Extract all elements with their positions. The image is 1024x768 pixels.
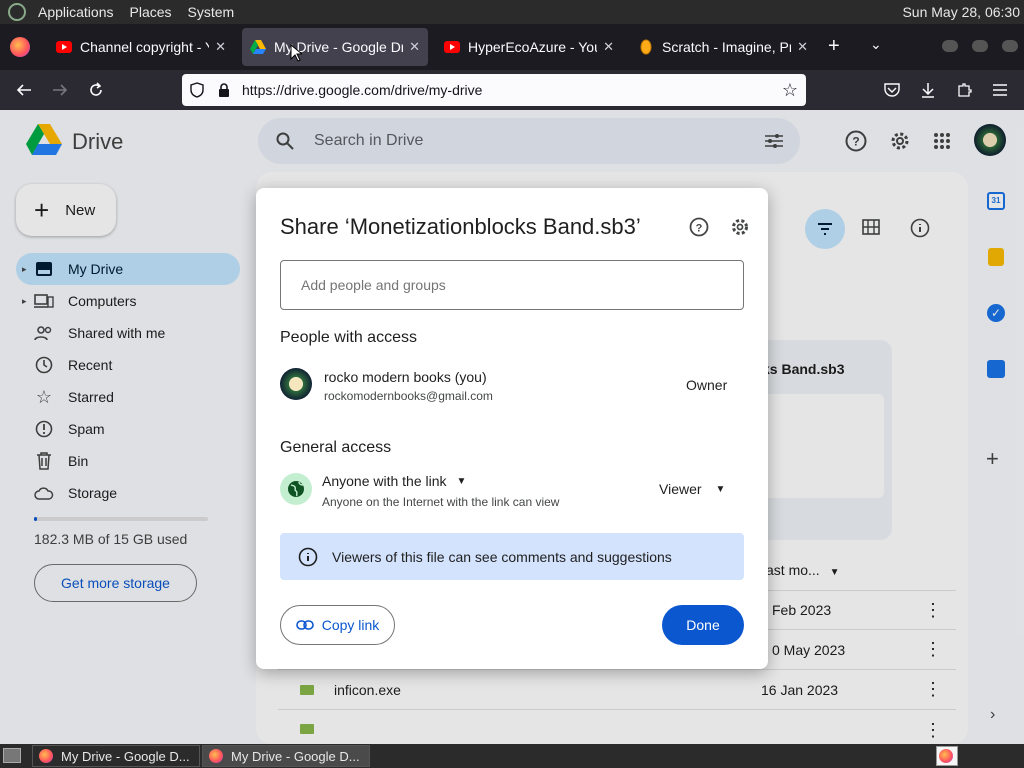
close-tab-icon[interactable]: ✕: [603, 39, 614, 55]
taskbar-window-title: My Drive - Google D...: [61, 748, 190, 764]
tab-title: HyperEcoAzure - YouT: [468, 39, 598, 55]
access-type-label: Anyone with the link: [322, 473, 447, 489]
share-dialog: Share ‘Monetizationblocks Band.sb3’ ? Pe…: [256, 188, 768, 669]
reload-icon[interactable]: [84, 78, 108, 102]
firefox-menu-icon[interactable]: [10, 37, 30, 57]
access-description: Anyone on the Internet with the link can…: [322, 495, 560, 509]
sharing-settings-gear-icon[interactable]: [730, 217, 750, 242]
general-access-dropdown[interactable]: Anyone with the link ▼: [322, 473, 466, 489]
new-tab-icon[interactable]: +: [828, 36, 840, 56]
firefox-icon: [209, 749, 223, 763]
applications-menu[interactable]: Applications: [30, 0, 122, 24]
owner-email: rockomodernbooks@gmail.com: [324, 389, 493, 403]
bottom-taskbar: My Drive - Google D... My Drive - Google…: [0, 744, 1024, 768]
clock[interactable]: Sun May 28, 06:30: [902, 0, 1020, 24]
workspace-switcher-icon[interactable]: [936, 746, 958, 766]
firefox-icon: [39, 749, 53, 763]
tab-title: Channel copyright - Yo: [80, 39, 210, 55]
tab-scratch[interactable]: Scratch - Imagine, Prog ✕: [630, 28, 816, 66]
tab-title: Scratch - Imagine, Prog: [662, 39, 791, 55]
caret-down-icon: ▼: [456, 475, 467, 487]
window-minimize-icon[interactable]: [942, 40, 958, 52]
close-tab-icon[interactable]: ✕: [409, 39, 420, 55]
tab-my-drive[interactable]: My Drive - Google Dri ✕: [242, 28, 428, 66]
forward-arrow-icon[interactable]: [48, 78, 72, 102]
taskbar-window-my-drive[interactable]: My Drive - Google D...: [32, 745, 200, 767]
info-icon: [298, 547, 318, 567]
taskbar-window-my-drive-active[interactable]: My Drive - Google D...: [202, 745, 370, 767]
mouse-cursor-icon: [290, 43, 304, 67]
downloads-icon[interactable]: [916, 78, 940, 102]
lock-icon[interactable]: [218, 83, 232, 97]
tab-channel-copyright[interactable]: Channel copyright - Yo ✕: [48, 28, 234, 66]
youtube-icon: [56, 39, 72, 55]
add-people-input[interactable]: [280, 260, 744, 310]
scratch-icon: [638, 39, 654, 55]
browser-nav-bar: https://drive.google.com/drive/my-drive …: [0, 70, 1024, 110]
share-dialog-title: Share ‘Monetizationblocks Band.sb3’: [280, 214, 641, 239]
close-tab-icon[interactable]: ✕: [215, 39, 226, 55]
copy-link-label: Copy link: [321, 617, 380, 633]
url-text[interactable]: https://drive.google.com/drive/my-drive: [242, 82, 782, 98]
comments-info-banner: Viewers of this file can see comments an…: [280, 533, 744, 580]
tab-hyperecoazure[interactable]: HyperEcoAzure - YouT ✕: [436, 28, 622, 66]
show-desktop-icon[interactable]: [3, 748, 21, 763]
tracking-shield-icon[interactable]: [190, 82, 206, 98]
access-role-dropdown[interactable]: Viewer ▼: [659, 481, 725, 497]
distro-logo-icon[interactable]: [8, 3, 26, 21]
youtube-icon: [444, 39, 460, 55]
caret-down-icon: ▼: [715, 483, 726, 495]
places-menu[interactable]: Places: [122, 0, 180, 24]
system-top-panel: Applications Places System Sun May 28, 0…: [0, 0, 1024, 24]
back-arrow-icon[interactable]: [12, 78, 36, 102]
pocket-icon[interactable]: [880, 78, 904, 102]
link-icon: [295, 620, 314, 630]
info-text: Viewers of this file can see comments an…: [332, 548, 672, 565]
google-drive-icon: [250, 39, 266, 55]
list-tabs-chevron-icon[interactable]: ⌄: [870, 36, 882, 53]
svg-text:?: ?: [696, 223, 703, 235]
extensions-icon[interactable]: [952, 78, 976, 102]
hamburger-menu-icon[interactable]: [988, 78, 1012, 102]
owner-name: rocko modern books (you): [324, 369, 487, 385]
system-menu[interactable]: System: [180, 0, 243, 24]
owner-role: Owner: [686, 377, 728, 393]
sharing-help-icon[interactable]: ?: [689, 217, 709, 242]
owner-avatar: [280, 368, 312, 400]
url-bar[interactable]: https://drive.google.com/drive/my-drive …: [182, 74, 806, 106]
bookmark-star-icon[interactable]: ☆: [782, 80, 798, 101]
globe-icon: [280, 473, 312, 505]
done-button[interactable]: Done: [662, 605, 744, 645]
taskbar-window-title: My Drive - Google D...: [231, 748, 360, 764]
window-maximize-icon[interactable]: [972, 40, 988, 52]
close-tab-icon[interactable]: ✕: [797, 39, 808, 55]
copy-link-button[interactable]: Copy link: [280, 605, 395, 645]
access-role-label: Viewer: [659, 481, 702, 497]
general-access-heading: General access: [280, 439, 392, 456]
browser-tab-strip: Channel copyright - Yo ✕ My Drive - Goog…: [0, 24, 1024, 70]
people-with-access-heading: People with access: [280, 329, 417, 346]
window-close-icon[interactable]: [1002, 40, 1018, 52]
